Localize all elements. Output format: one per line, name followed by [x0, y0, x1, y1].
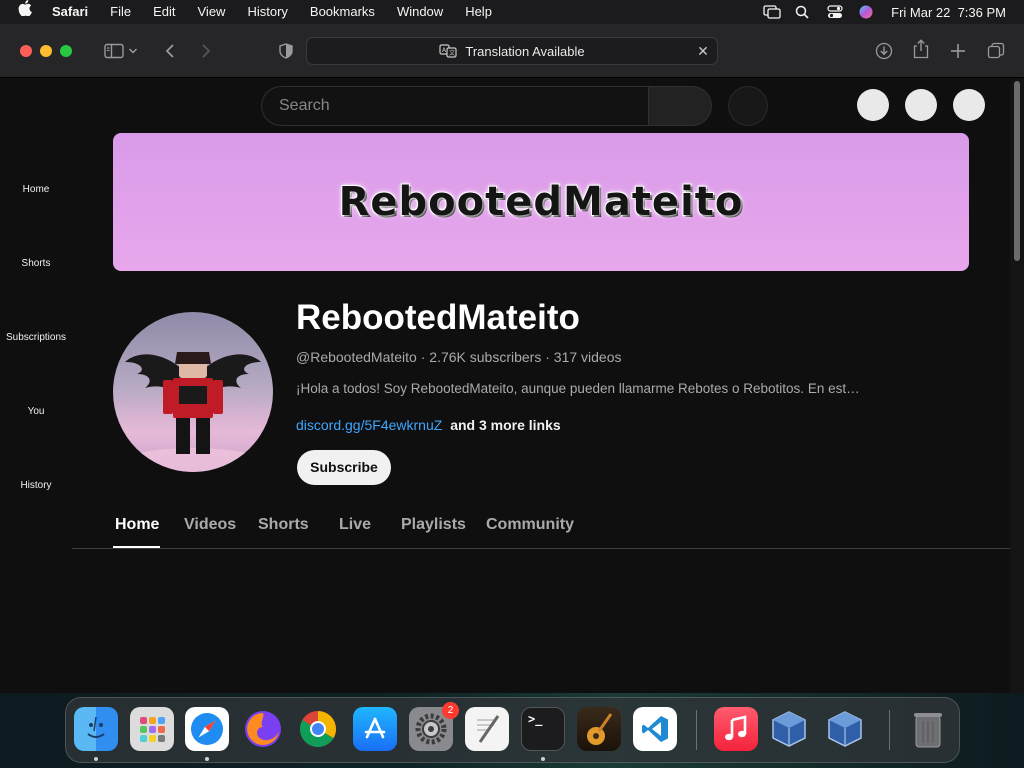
chevron-down-icon[interactable]	[126, 39, 140, 63]
safari-app-icon[interactable]	[185, 707, 229, 751]
close-window-button[interactable]	[20, 44, 32, 57]
control-center-icon[interactable]	[827, 5, 843, 19]
apple-menu-icon[interactable]	[18, 0, 34, 24]
youtube-page: Search Home Shorts Subscriptions You His…	[0, 79, 1010, 693]
sidebar-item-subscriptions[interactable]: Subscriptions	[0, 332, 72, 343]
music-icon[interactable]	[714, 707, 758, 751]
more-links[interactable]: and 3 more links	[450, 417, 560, 433]
voice-search-button[interactable]	[728, 86, 768, 126]
sidebar-item-shorts[interactable]: Shorts	[0, 258, 72, 269]
svg-text:A: A	[442, 47, 447, 54]
sidebar-item-you[interactable]: You	[0, 406, 72, 417]
channel-name: RebootedMateito	[296, 298, 580, 337]
app-store-icon[interactable]	[353, 707, 397, 751]
finder-running-indicator	[94, 757, 98, 761]
dock-separator-trash	[889, 710, 890, 750]
virtualbox-vm-icon[interactable]	[823, 707, 867, 751]
discord-link[interactable]: discord.gg/5F4ewkrnuZ	[296, 417, 442, 433]
svg-text:文: 文	[449, 49, 455, 57]
siri-icon[interactable]	[859, 5, 875, 19]
screen-mirroring-icon[interactable]	[763, 5, 781, 19]
dock: >_	[65, 697, 960, 763]
tab-live[interactable]: Live	[339, 516, 371, 534]
create-button[interactable]	[857, 89, 889, 121]
translate-icon[interactable]: A文	[439, 44, 457, 58]
menu-view[interactable]: View	[198, 0, 226, 24]
address-bar[interactable]: A文 Translation Available ✕	[306, 37, 718, 65]
minimize-window-button[interactable]	[40, 44, 52, 57]
safari-running-indicator	[205, 757, 209, 761]
tab-home[interactable]: Home	[115, 516, 159, 534]
spotlight-search-icon[interactable]	[795, 5, 811, 19]
terminal-running-indicator	[541, 757, 545, 761]
banner-title: RebootedMateito	[338, 178, 744, 226]
browser-toolbar: A文 Translation Available ✕	[0, 24, 1024, 78]
forward-arrow-icon[interactable]	[194, 39, 218, 63]
menu-help[interactable]: Help	[465, 0, 492, 24]
subscribe-button[interactable]: Subscribe	[297, 450, 391, 485]
channel-description[interactable]: ¡Hola a todos! Soy RebootedMateito, aunq…	[296, 381, 876, 396]
address-bar-text: Translation Available	[465, 43, 585, 59]
launchpad-icon[interactable]	[130, 707, 174, 751]
dock-separator	[696, 710, 697, 750]
channel-banner: RebootedMateito	[113, 133, 969, 271]
terminal-icon[interactable]: >_	[521, 707, 565, 751]
channel-meta: @RebootedMateito · 2.76K subscribers · 3…	[296, 349, 622, 365]
account-avatar-button[interactable]	[953, 89, 985, 121]
back-arrow-icon[interactable]	[158, 39, 182, 63]
menu-file[interactable]: File	[110, 0, 131, 24]
tab-playlists[interactable]: Playlists	[401, 516, 466, 534]
privacy-shield-icon[interactable]	[274, 39, 298, 63]
sidebar-item-home[interactable]: Home	[0, 184, 72, 195]
firefox-icon[interactable]	[241, 707, 285, 751]
vscode-icon[interactable]	[633, 707, 677, 751]
scrollbar-thumb[interactable]	[1014, 81, 1020, 261]
menu-bar: Safari File Edit View History Bookmarks …	[0, 0, 1024, 24]
chrome-icon[interactable]	[296, 707, 340, 751]
trash-icon[interactable]	[906, 707, 950, 751]
menu-app-name[interactable]: Safari	[52, 0, 88, 24]
roblox-avatar-icon	[123, 352, 263, 472]
notification-badge: 2	[442, 702, 459, 719]
tab-videos[interactable]: Videos	[184, 516, 236, 534]
clock-datetime[interactable]: Fri Mar 22 7:36 PM	[891, 5, 1006, 20]
close-translation-icon[interactable]: ✕	[695, 43, 711, 59]
search-button[interactable]	[648, 86, 712, 126]
tab-community[interactable]: Community	[486, 516, 574, 534]
menu-history[interactable]: History	[247, 0, 287, 24]
sidebar-toggle-icon[interactable]	[102, 39, 126, 63]
search-input[interactable]: Search	[261, 86, 649, 126]
channel-tabs: Home Videos Shorts Live Playlists Commun…	[72, 509, 1010, 549]
virtualbox-icon[interactable]	[767, 707, 811, 751]
window-controls	[20, 44, 72, 57]
menu-edit[interactable]: Edit	[153, 0, 175, 24]
downloads-icon[interactable]	[872, 39, 896, 63]
active-tab-indicator	[113, 546, 160, 548]
share-icon[interactable]	[909, 37, 933, 61]
menu-window[interactable]: Window	[397, 0, 443, 24]
tab-shorts[interactable]: Shorts	[258, 516, 309, 534]
menu-bookmarks[interactable]: Bookmarks	[310, 0, 375, 24]
finder-icon[interactable]	[74, 707, 118, 751]
garageband-icon[interactable]	[577, 707, 621, 751]
tab-overview-icon[interactable]	[984, 39, 1008, 63]
notifications-button[interactable]	[905, 89, 937, 121]
textedit-icon[interactable]	[465, 707, 509, 751]
channel-avatar[interactable]	[113, 312, 273, 472]
sidebar-item-history[interactable]: History	[0, 480, 72, 491]
page-scrollbar[interactable]	[1010, 79, 1024, 693]
zoom-window-button[interactable]	[60, 44, 72, 57]
new-tab-plus-icon[interactable]	[946, 39, 970, 63]
channel-links: discord.gg/5F4ewkrnuZ and 3 more links	[296, 417, 561, 433]
